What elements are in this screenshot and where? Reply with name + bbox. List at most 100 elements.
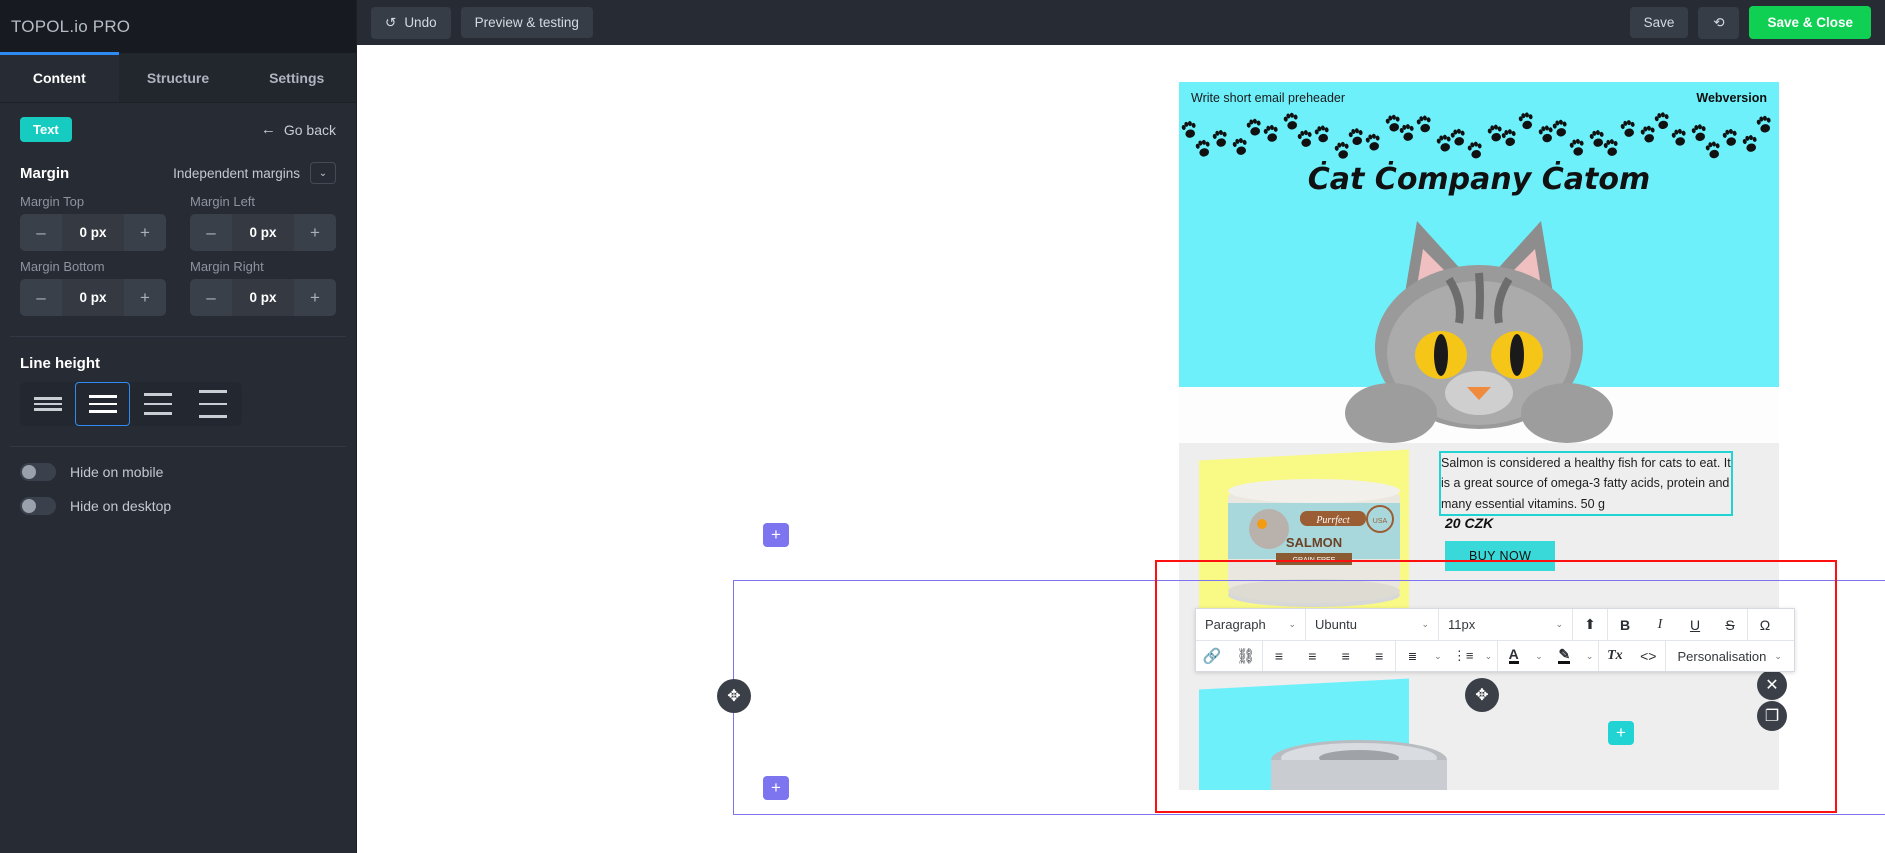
upload-button[interactable]: ⬆ [1573, 609, 1608, 640]
margin-mode-dropdown[interactable]: ⌄ [310, 162, 336, 184]
hide-on-mobile-label: Hide on mobile [70, 464, 163, 480]
highlight-color-dropdown[interactable]: ⌄ [1582, 641, 1599, 671]
version-history-button[interactable]: ⟲ [1698, 7, 1739, 39]
add-row-below-button[interactable]: + [763, 776, 789, 800]
bold-button[interactable]: B [1608, 609, 1643, 640]
margin-top-value[interactable]: 0 px [62, 214, 124, 251]
block-duplicate-button[interactable]: ❐ [1757, 701, 1787, 731]
numbered-list-dropdown[interactable]: ⌄ [1430, 641, 1447, 671]
block-drag-handle[interactable]: ✥ [1465, 678, 1499, 712]
margin-left-value[interactable]: 0 px [232, 214, 294, 251]
hide-on-desktop-row: Hide on desktop [10, 481, 346, 515]
webversion-link[interactable]: Webversion [1696, 91, 1767, 105]
block-delete-button[interactable]: ✕ [1757, 670, 1787, 700]
chevron-down-icon: ⌄ [1555, 619, 1563, 630]
margin-bottom-value[interactable]: 0 px [62, 279, 124, 316]
chevron-down-icon: ⌄ [1434, 651, 1442, 662]
tab-settings[interactable]: Settings [237, 53, 356, 102]
go-back-button[interactable]: ← Go back [261, 121, 336, 138]
insert-link-button[interactable]: 🔗 [1196, 641, 1229, 671]
hide-on-desktop-toggle[interactable] [20, 497, 56, 515]
unlink-button[interactable]: ⛓ [1229, 641, 1262, 671]
font-color-button[interactable]: A [1498, 641, 1531, 671]
arrow-left-icon: ← [261, 121, 276, 138]
svg-text:GRAIN FREE: GRAIN FREE [1293, 557, 1336, 564]
rte-row-2: 🔗 ⛓ ≡ ≡ ≡ ≡ ≣ ⌄ ⋮≡ ⌄ A ⌄ ✎ ⌄ Tx <> [1196, 640, 1794, 671]
highlight-color-icon: ✎ [1558, 648, 1570, 664]
block-type-badge[interactable]: Text [20, 117, 72, 142]
tab-content[interactable]: Content [0, 53, 119, 102]
move-icon: ✥ [727, 686, 740, 706]
line-height-loose[interactable] [185, 382, 240, 426]
font-family-select[interactable]: Ubuntu ⌄ [1306, 609, 1439, 640]
field-margin-top: Margin Top – 0 px + [20, 194, 166, 251]
unlink-icon: ⛓ [1236, 647, 1255, 665]
margin-left-stepper: – 0 px + [190, 214, 336, 251]
email-header-row: Write short email preheader Webversion [1179, 82, 1779, 105]
align-left-icon: ≡ [1275, 648, 1283, 664]
product-1-buy-button[interactable]: BUY NOW [1445, 541, 1555, 571]
properties-panel: Text ← Go back Margin Independent margin… [0, 103, 356, 515]
structure-drag-handle[interactable]: ✥ [717, 679, 751, 713]
margin-mode-group: Independent margins ⌄ [173, 162, 336, 184]
margin-bottom-label: Margin Bottom [20, 259, 166, 274]
margin-right-decrement[interactable]: – [190, 279, 232, 316]
undo-button[interactable]: ↺ Undo [371, 7, 451, 39]
chevron-down-icon: ⌄ [1535, 651, 1543, 662]
duplicate-icon: ❐ [1765, 706, 1779, 726]
align-right-button[interactable]: ≡ [1330, 641, 1363, 671]
clear-formatting-button[interactable]: Tx [1599, 641, 1632, 671]
numbered-list-button[interactable]: ≣ [1396, 641, 1429, 671]
tab-settings-label: Settings [269, 70, 324, 86]
undo-label: Undo [404, 15, 436, 30]
font-family-value: Ubuntu [1315, 617, 1357, 632]
chevron-down-icon: ⌄ [1421, 619, 1429, 630]
margin-top-stepper: – 0 px + [20, 214, 166, 251]
hero-cat-image[interactable] [1179, 207, 1779, 443]
preheader-text[interactable]: Write short email preheader [1191, 91, 1345, 105]
personalisation-select[interactable]: Personalisation ⌄ [1666, 641, 1794, 671]
field-margin-bottom: Margin Bottom – 0 px + [20, 259, 166, 316]
margin-right-value[interactable]: 0 px [232, 279, 294, 316]
bullet-list-button[interactable]: ⋮≡ [1447, 641, 1480, 671]
bullet-list-dropdown[interactable]: ⌄ [1480, 641, 1497, 671]
font-color-dropdown[interactable]: ⌄ [1531, 641, 1548, 671]
font-size-select[interactable]: 11px ⌄ [1439, 609, 1573, 640]
margin-bottom-increment[interactable]: + [124, 279, 166, 316]
save-button[interactable]: Save [1630, 7, 1689, 38]
product-1-price[interactable]: 20 CZK [1445, 515, 1493, 531]
save-and-close-button[interactable]: Save & Close [1749, 6, 1871, 39]
line-height-normal[interactable] [75, 382, 130, 426]
highlight-color-button[interactable]: ✎ [1548, 641, 1581, 671]
margin-top-decrement[interactable]: – [20, 214, 62, 251]
line-height-tight[interactable] [20, 382, 75, 426]
email-canvas[interactable]: Write short email preheader Webversion Ċ… [357, 45, 1885, 853]
paragraph-format-select[interactable]: Paragraph ⌄ [1196, 609, 1306, 640]
move-icon: ✥ [1475, 685, 1488, 705]
tab-structure[interactable]: Structure [119, 53, 238, 102]
add-block-button[interactable]: + [1608, 721, 1634, 745]
strikethrough-button[interactable]: S [1713, 609, 1748, 640]
margin-left-increment[interactable]: + [294, 214, 336, 251]
margin-left-decrement[interactable]: – [190, 214, 232, 251]
margin-top-increment[interactable]: + [124, 214, 166, 251]
add-row-above-button[interactable]: + [763, 523, 789, 547]
hide-on-mobile-toggle[interactable] [20, 463, 56, 481]
preview-testing-button[interactable]: Preview & testing [461, 7, 593, 38]
product-1-description[interactable]: Salmon is considered a healthy fish for … [1441, 453, 1731, 514]
margin-right-increment[interactable]: + [294, 279, 336, 316]
margin-bottom-decrement[interactable]: – [20, 279, 62, 316]
align-left-button[interactable]: ≡ [1263, 641, 1296, 671]
history-icon: ⟲ [1713, 15, 1724, 31]
align-justify-button[interactable]: ≡ [1363, 641, 1396, 671]
chevron-down-icon: ⌄ [1485, 651, 1493, 662]
special-character-button[interactable]: Ω [1748, 609, 1783, 640]
special-character-icon: Ω [1760, 617, 1770, 633]
email-brand-title[interactable]: Ċat Ċompany Ċatom [1179, 160, 1779, 207]
source-code-button[interactable]: <> [1632, 641, 1665, 671]
underline-button[interactable]: U [1678, 609, 1713, 640]
paw-print-divider [1179, 105, 1779, 160]
italic-button[interactable]: I [1643, 609, 1678, 640]
line-height-relaxed[interactable] [130, 382, 185, 426]
align-center-button[interactable]: ≡ [1296, 641, 1329, 671]
